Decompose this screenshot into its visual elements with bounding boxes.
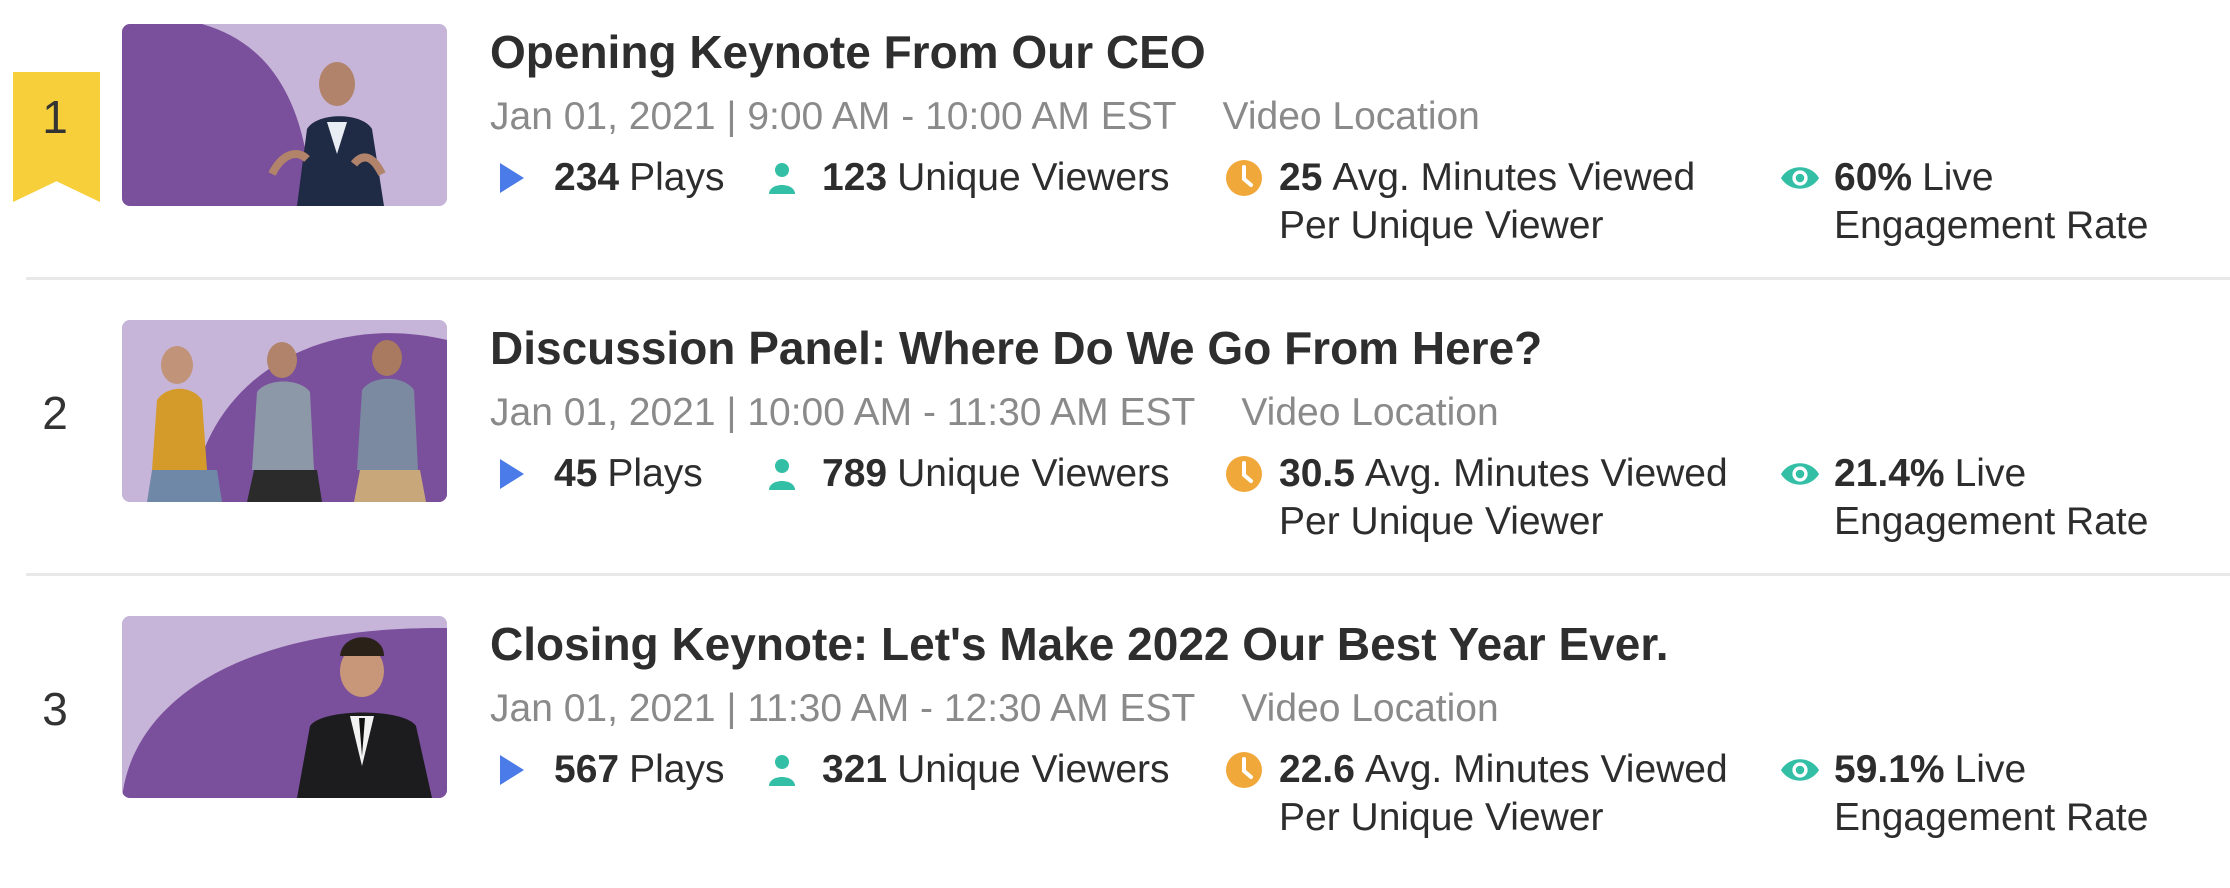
viewers-label: Unique Viewers [897, 156, 1170, 199]
plays-count: 567 [554, 748, 620, 791]
engagement-label: Live [1954, 748, 2027, 791]
plays-stat: 234 Plays [500, 154, 724, 202]
speaker-thumbnail-image [122, 616, 447, 798]
user-icon [768, 450, 808, 498]
engagement-value: 21.4% [1834, 452, 1945, 495]
session-title[interactable]: Opening Keynote From Our CEO [490, 20, 2230, 84]
viewers-label: Unique Viewers [897, 452, 1170, 495]
plays-stat: 567 Plays [500, 746, 724, 794]
rank-badge: 2 [0, 361, 110, 471]
row-divider [26, 573, 2230, 576]
minutes-sub-label: Per Unique Viewer [1279, 796, 1604, 839]
session-stats: 45 Plays 789 Unique Viewers 30.5 Avg. Minut… [490, 450, 2230, 560]
rank-number: 3 [42, 683, 68, 735]
session-location: Video Location [1241, 391, 1499, 434]
plays-label: Plays [629, 748, 725, 791]
plays-label: Plays [607, 452, 703, 495]
minutes-sub-label: Per Unique Viewer [1279, 204, 1604, 247]
minutes-label: Avg. Minutes Viewed [1332, 156, 1696, 199]
user-icon [768, 154, 808, 202]
session-details: Discussion Panel: Where Do We Go From He… [490, 316, 2230, 560]
rank-badge: 1 [0, 65, 110, 202]
rank-badge: 3 [0, 657, 110, 767]
row-divider [26, 277, 2230, 280]
play-icon [500, 746, 540, 794]
minutes-value: 25 [1279, 156, 1323, 199]
session-leaderboard: 1 Opening Keynote From Our CEO Jan 01, 2… [0, 0, 2230, 847]
minutes-value: 22.6 [1279, 748, 1355, 791]
viewers-count: 321 [822, 748, 888, 791]
engagement-stat: 59.1% Live Engagement Rate [1780, 746, 2148, 842]
engagement-stat: 60% Live Engagement Rate [1780, 154, 2148, 250]
eye-icon [1780, 450, 1820, 498]
play-icon [500, 154, 540, 202]
clock-icon [1225, 450, 1265, 498]
user-icon [768, 746, 808, 794]
eye-icon [1780, 154, 1820, 202]
minutes-stat: 22.6 Avg. Minutes Viewed Per Unique Viewer [1225, 746, 1728, 842]
minutes-stat: 25 Avg. Minutes Viewed Per Unique Viewer [1225, 154, 1695, 250]
play-icon [500, 450, 540, 498]
engagement-value: 60% [1834, 156, 1913, 199]
engagement-sub-label: Engagement Rate [1834, 796, 2149, 839]
engagement-sub-label: Engagement Rate [1834, 500, 2149, 543]
session-title[interactable]: Closing Keynote: Let's Make 2022 Our Bes… [490, 612, 2230, 676]
panel-thumbnail-image [122, 320, 447, 502]
engagement-sub-label: Engagement Rate [1834, 204, 2149, 247]
viewers-label: Unique Viewers [897, 748, 1170, 791]
plays-stat: 45 Plays [500, 450, 703, 498]
speaker-thumbnail-image [122, 24, 447, 206]
plays-count: 45 [554, 452, 598, 495]
session-meta: Jan 01, 2021 | 9:00 AM - 10:00 AM EST Vid… [490, 90, 2230, 144]
session-stats: 567 Plays 321 Unique Viewers 22.6 Avg. Minu… [490, 746, 2230, 856]
clock-icon [1225, 154, 1265, 202]
session-time: Jan 01, 2021 | 11:30 AM - 12:30 AM EST [490, 687, 1196, 730]
session-time: Jan 01, 2021 | 9:00 AM - 10:00 AM EST [490, 95, 1177, 138]
clock-icon [1225, 746, 1265, 794]
session-details: Closing Keynote: Let's Make 2022 Our Bes… [490, 612, 2230, 856]
viewers-stat: 789 Unique Viewers [768, 450, 1170, 498]
session-location: Video Location [1222, 95, 1480, 138]
engagement-value: 59.1% [1834, 748, 1945, 791]
engagement-label: Live [1954, 452, 2027, 495]
rank-number: 1 [42, 91, 68, 143]
session-stats: 234 Plays 123 Unique Viewers 25 Avg. Minute… [490, 154, 2230, 264]
minutes-label: Avg. Minutes Viewed [1364, 748, 1728, 791]
rank-number: 2 [42, 387, 68, 439]
session-thumbnail[interactable] [122, 24, 447, 206]
minutes-label: Avg. Minutes Viewed [1364, 452, 1728, 495]
engagement-stat: 21.4% Live Engagement Rate [1780, 450, 2148, 546]
session-time: Jan 01, 2021 | 10:00 AM - 11:30 AM EST [490, 391, 1196, 434]
session-row[interactable]: 2 Discussion Panel: Where Do We Go From … [0, 296, 2230, 592]
session-meta: Jan 01, 2021 | 10:00 AM - 11:30 AM EST Vi… [490, 386, 2230, 440]
viewers-count: 123 [822, 156, 888, 199]
engagement-label: Live [1922, 156, 1994, 199]
minutes-stat: 30.5 Avg. Minutes Viewed Per Unique Viewer [1225, 450, 1728, 546]
viewers-stat: 321 Unique Viewers [768, 746, 1170, 794]
plays-count: 234 [554, 156, 620, 199]
session-thumbnail[interactable] [122, 320, 447, 502]
session-title[interactable]: Discussion Panel: Where Do We Go From He… [490, 316, 2230, 380]
session-row[interactable]: 1 Opening Keynote From Our CEO Jan 01, 2… [0, 0, 2230, 296]
minutes-value: 30.5 [1279, 452, 1355, 495]
viewers-stat: 123 Unique Viewers [768, 154, 1170, 202]
session-thumbnail[interactable] [122, 616, 447, 798]
viewers-count: 789 [822, 452, 888, 495]
session-meta: Jan 01, 2021 | 11:30 AM - 12:30 AM EST Vi… [490, 682, 2230, 736]
session-row[interactable]: 3 Closing Keynote: Let's Make 2022 Our B… [0, 592, 2230, 888]
plays-label: Plays [629, 156, 725, 199]
minutes-sub-label: Per Unique Viewer [1279, 500, 1604, 543]
session-location: Video Location [1241, 687, 1499, 730]
session-details: Opening Keynote From Our CEO Jan 01, 202… [490, 20, 2230, 264]
eye-icon [1780, 746, 1820, 794]
